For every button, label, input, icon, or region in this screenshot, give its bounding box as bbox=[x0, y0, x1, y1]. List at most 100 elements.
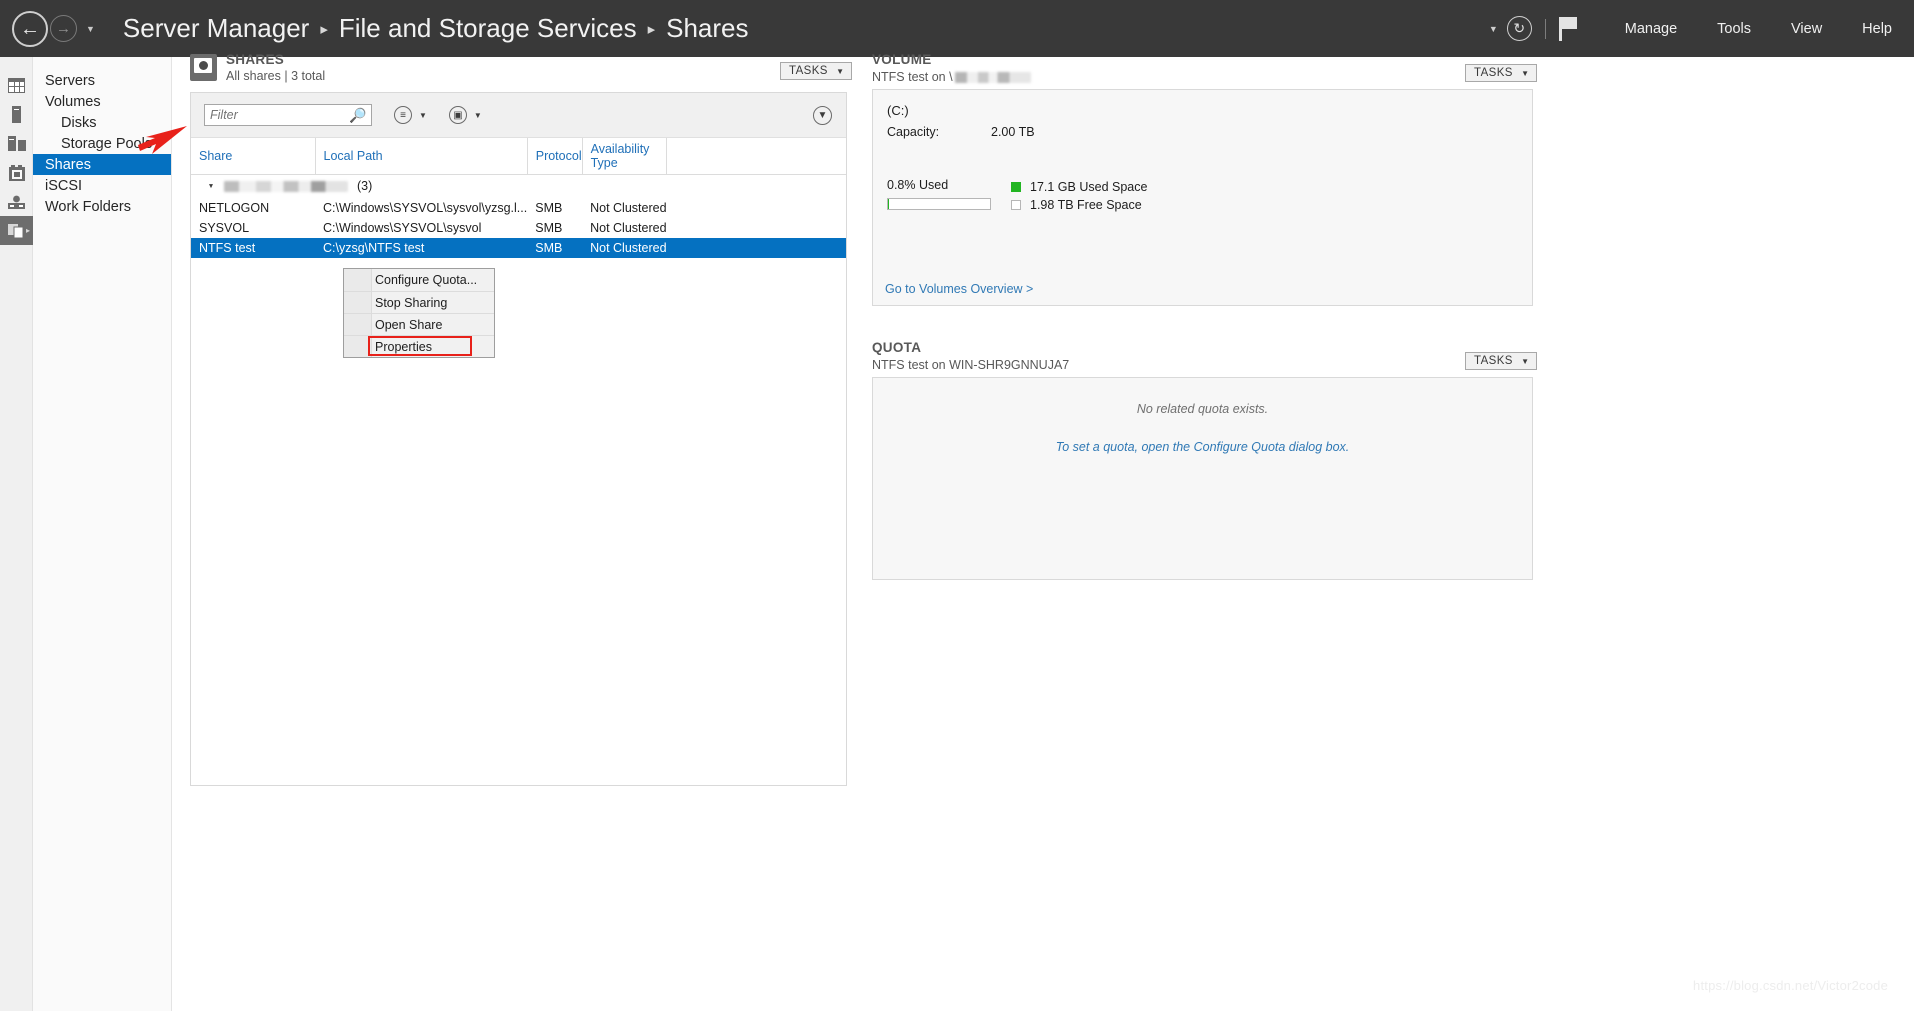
shares-tasks-button[interactable]: TASKS ▼ bbox=[780, 62, 852, 80]
shares-folder-icon bbox=[190, 54, 217, 81]
chevron-down-icon[interactable]: ▼ bbox=[86, 24, 95, 34]
volume-tasks-button[interactable]: TASKS ▼ bbox=[1465, 64, 1537, 82]
menu-help[interactable]: Help bbox=[1862, 21, 1892, 37]
sidebar-item-label: iSCSI bbox=[45, 177, 83, 194]
search-icon[interactable]: 🔍 bbox=[349, 107, 366, 124]
menu-view[interactable]: View bbox=[1791, 21, 1822, 37]
expand-arrow-icon[interactable]: ▸ bbox=[26, 226, 30, 235]
context-menu-item-label: Configure Quota... bbox=[375, 273, 478, 287]
cell-spacer bbox=[667, 218, 846, 238]
printers-icon[interactable] bbox=[0, 187, 33, 216]
table-row[interactable]: SYSVOL C:\Windows\SYSVOL\sysvol SMB Not … bbox=[191, 218, 846, 238]
volume-usage-bar bbox=[887, 198, 991, 210]
sidebar-item-shares[interactable]: Shares bbox=[33, 154, 171, 175]
shares-list-container: 🔍 ≡ ▼ ▣ ▼ ▼ Share Local Path Protocol Av… bbox=[190, 92, 847, 786]
sidebar-item-label: Shares bbox=[45, 156, 91, 173]
cell-share: NETLOGON bbox=[199, 200, 270, 215]
local-server-glyph bbox=[12, 106, 21, 123]
collapse-triangle-icon[interactable]: ▴ bbox=[209, 182, 213, 191]
quota-tasks-button[interactable]: TASKS ▼ bbox=[1465, 352, 1537, 370]
column-header-protocol[interactable]: Protocol bbox=[527, 138, 583, 175]
chevron-down-circle-icon[interactable]: ▼ bbox=[813, 105, 832, 125]
table-row[interactable]: NETLOGON C:\Windows\SYSVOL\sysvol\yzsg.l… bbox=[191, 198, 846, 218]
column-header-local-path[interactable]: Local Path bbox=[315, 138, 528, 175]
notifications-flag-icon[interactable] bbox=[1558, 16, 1579, 41]
column-header-spacer bbox=[666, 138, 846, 175]
menu-manage[interactable]: Manage bbox=[1625, 21, 1677, 37]
list-view-icon[interactable]: ≡ bbox=[394, 106, 412, 124]
forward-arrow-icon[interactable]: → bbox=[50, 15, 77, 42]
dashboard-glyph bbox=[8, 78, 25, 93]
cell-share: SYSVOL bbox=[199, 220, 250, 235]
shares-toolbar: 🔍 ≡ ▼ ▣ ▼ ▼ bbox=[191, 93, 846, 138]
sidebar-item-disks[interactable]: Disks bbox=[33, 112, 171, 133]
legend-item-free: 1.98 TB Free Space bbox=[1011, 196, 1147, 214]
save-view-icon[interactable]: ▣ bbox=[448, 106, 467, 124]
local-server-icon[interactable] bbox=[0, 100, 33, 129]
printers-glyph bbox=[8, 195, 25, 209]
chevron-down-icon: ▼ bbox=[1521, 356, 1529, 366]
context-menu-item-properties[interactable]: Properties bbox=[344, 335, 494, 357]
chevron-down-icon: ▼ bbox=[836, 66, 844, 76]
all-servers-glyph bbox=[7, 136, 26, 151]
all-servers-icon[interactable] bbox=[0, 129, 33, 158]
cell-protocol: SMB bbox=[535, 200, 563, 215]
storage-icon[interactable]: ▸ bbox=[0, 216, 33, 245]
breadcrumb-item-file-and-storage-services[interactable]: File and Storage Services bbox=[339, 13, 637, 44]
back-arrow-icon[interactable]: ← bbox=[12, 10, 48, 47]
page-title: SHARES bbox=[226, 52, 285, 67]
shares-panel-header: SHARES All shares | 3 total TASKS ▼ bbox=[190, 52, 852, 86]
cell-local-path: C:\Windows\SYSVOL\sysvol bbox=[323, 220, 482, 235]
column-header-share[interactable]: Share bbox=[191, 138, 316, 175]
legend-label-free: 1.98 TB Free Space bbox=[1030, 198, 1142, 212]
volume-capacity-value: 2.00 TB bbox=[991, 125, 1035, 139]
shares-subtitle: All shares | 3 total bbox=[226, 69, 326, 83]
context-menu-item-label: Properties bbox=[375, 339, 432, 354]
quota-subtitle: NTFS test on WIN-SHR9GNNUJA7 bbox=[872, 358, 1070, 372]
volume-subtitle-text: NTFS test on \ bbox=[872, 70, 953, 84]
table-group-row[interactable]: ▴ (3) bbox=[191, 175, 846, 198]
quota-action-message[interactable]: To set a quota, open the Configure Quota… bbox=[873, 440, 1532, 454]
group-row-count: (3) bbox=[356, 179, 373, 194]
sidebar-item-label: Work Folders bbox=[45, 198, 131, 215]
refresh-icon[interactable]: ↻ bbox=[1506, 16, 1532, 41]
breadcrumb-item-server-manager[interactable]: Server Manager bbox=[123, 13, 309, 44]
breadcrumb-separator: ▸ bbox=[647, 20, 656, 38]
file-services-icon[interactable] bbox=[0, 158, 33, 187]
file-services-glyph bbox=[8, 164, 25, 181]
cell-spacer bbox=[666, 237, 846, 258]
navigation-pane: Servers Volumes Disks Storage Pools Shar… bbox=[33, 57, 172, 1011]
chevron-down-icon[interactable]: ▼ bbox=[419, 111, 427, 120]
table-header-row: Share Local Path Protocol Availability T… bbox=[191, 138, 846, 175]
context-menu: Configure Quota... Stop Sharing Open Sha… bbox=[343, 268, 495, 358]
sidebar-item-servers[interactable]: Servers bbox=[33, 70, 171, 91]
table-row[interactable]: NTFS test C:\yzsg\NTFS test SMB Not Clus… bbox=[191, 237, 846, 258]
cell-availability: Not Clustered bbox=[590, 200, 667, 215]
dashboard-icon[interactable] bbox=[0, 71, 33, 100]
sidebar-item-volumes[interactable]: Volumes bbox=[33, 91, 171, 112]
search-input[interactable] bbox=[210, 108, 349, 122]
menu-tools[interactable]: Tools bbox=[1717, 21, 1751, 37]
breadcrumb-item-shares[interactable]: Shares bbox=[666, 13, 748, 44]
sidebar-item-work-folders[interactable]: Work Folders bbox=[33, 196, 171, 217]
sidebar-item-label: Servers bbox=[45, 72, 95, 89]
volume-details: (C:) Capacity: 2.00 TB 0.8% Used 17.1 GB… bbox=[872, 89, 1533, 306]
chevron-down-icon[interactable]: ▼ bbox=[1489, 24, 1498, 34]
sidebar-item-label: Disks bbox=[61, 114, 97, 131]
context-menu-item-configure-quota[interactable]: Configure Quota... bbox=[344, 269, 494, 291]
context-menu-item-open-share[interactable]: Open Share bbox=[344, 313, 494, 335]
column-header-availability-type[interactable]: Availability Type bbox=[582, 138, 668, 175]
cell-availability: Not Clustered bbox=[582, 237, 667, 258]
icon-rail: ▸ bbox=[0, 57, 33, 1011]
sidebar-item-iscsi[interactable]: iSCSI bbox=[33, 175, 171, 196]
context-menu-item-label: Open Share bbox=[375, 317, 443, 332]
go-to-volumes-overview-link[interactable]: Go to Volumes Overview > bbox=[885, 282, 1033, 296]
cell-local-path: C:\Windows\SYSVOL\sysvol\yzsg.l... bbox=[323, 200, 528, 215]
filter-box[interactable]: 🔍 bbox=[204, 104, 372, 126]
legend-label-used: 17.1 GB Used Space bbox=[1030, 180, 1148, 194]
legend-swatch-used-icon bbox=[1011, 182, 1021, 192]
context-menu-item-stop-sharing[interactable]: Stop Sharing bbox=[344, 291, 494, 313]
sidebar-item-storage-pools[interactable]: Storage Pools bbox=[33, 133, 171, 154]
chevron-down-icon: ▼ bbox=[1521, 68, 1529, 78]
chevron-down-icon[interactable]: ▼ bbox=[474, 111, 482, 120]
